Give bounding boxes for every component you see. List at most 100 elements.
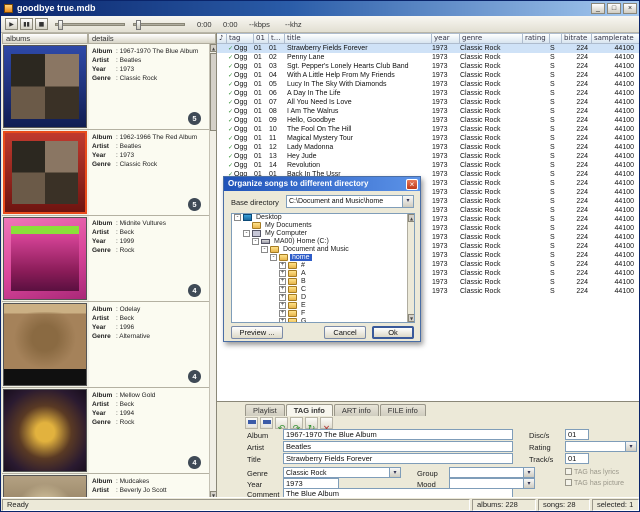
seek-slider[interactable] — [55, 23, 125, 26]
table-row[interactable]: ✓Ogg0111Magical Mystery Tour1973Classic … — [217, 134, 640, 143]
album-art[interactable] — [3, 131, 87, 214]
column-header-4[interactable]: title — [285, 33, 432, 44]
album-art[interactable] — [3, 217, 87, 300]
album-list-item[interactable]: Album: Midnite VulturesArtist: BeckYear:… — [2, 216, 209, 302]
album-list-item[interactable]: Album: OdelayArtist: BeckYear: 1996Genre… — [2, 302, 209, 388]
table-row[interactable]: ✓Ogg0110The Fool On The Hill1973Classic … — [217, 125, 640, 134]
column-header-7[interactable]: rating — [523, 33, 550, 44]
scroll-up-icon[interactable]: ▲ — [408, 214, 415, 222]
dialog-close-button[interactable]: × — [406, 179, 418, 190]
minimize-button[interactable]: _ — [591, 3, 605, 14]
expand-toggle-icon[interactable]: + — [279, 286, 286, 293]
expand-toggle-icon[interactable]: - — [270, 254, 277, 261]
album-list-item[interactable]: Album: 1967-1970 The Blue AlbumArtist: B… — [2, 44, 209, 130]
column-header-10[interactable]: samplerate — [592, 33, 640, 44]
chevron-down-icon[interactable]: ▾ — [389, 468, 400, 477]
table-row[interactable]: ✓Ogg0114Revolution1973Classic RockS22444… — [217, 161, 640, 170]
delete-icon[interactable]: × — [320, 417, 333, 429]
tree-item[interactable]: -home — [232, 254, 406, 262]
cancel-button[interactable]: Cancel — [324, 326, 366, 339]
album-details[interactable]: Album: MudcakesArtist: Beverly Jo Scott5 — [89, 474, 209, 499]
album-art[interactable] — [3, 475, 87, 499]
group-combobox[interactable]: ▾ — [449, 467, 535, 478]
refresh-icon[interactable]: ↻ — [305, 417, 318, 429]
tree-item[interactable]: -My Computer — [232, 230, 406, 238]
album-details[interactable]: Album: 1962-1966 The Red AlbumArtist: Be… — [89, 130, 209, 215]
album-details[interactable]: Album: OdelayArtist: BeckYear: 1996Genre… — [89, 302, 209, 387]
chevron-down-icon[interactable]: ▾ — [402, 196, 413, 207]
redo-icon[interactable]: ↷ — [290, 417, 303, 429]
pause-button[interactable]: ▮▮ — [20, 18, 33, 30]
column-header-0[interactable]: ♪ — [217, 33, 227, 44]
tree-item[interactable]: My Documents — [232, 222, 406, 230]
expand-toggle-icon[interactable]: + — [279, 310, 286, 317]
expand-toggle-icon[interactable]: - — [234, 214, 241, 221]
album-details[interactable]: Album: Midnite VulturesArtist: BeckYear:… — [89, 216, 209, 301]
expand-toggle-icon[interactable]: + — [279, 262, 286, 269]
column-header-2[interactable]: 01 — [254, 33, 269, 44]
album-art[interactable] — [3, 45, 87, 128]
tag-has-lyrics-checkbox[interactable]: TAG has lyrics — [565, 468, 619, 476]
stop-button[interactable]: ■ — [35, 18, 48, 30]
save-icon[interactable] — [245, 417, 258, 429]
volume-slider-thumb[interactable] — [136, 20, 141, 30]
track-table-header[interactable]: ♪tag01t...titleyeargenreratingbitratesam… — [217, 33, 640, 44]
title-field[interactable] — [283, 453, 513, 464]
seek-slider-thumb[interactable] — [58, 20, 63, 30]
expand-toggle-icon[interactable]: + — [279, 270, 286, 277]
table-row[interactable]: ✓Ogg0105Lucy In The Sky With Diamonds197… — [217, 80, 640, 89]
artist-field[interactable] — [283, 441, 513, 452]
expand-toggle-icon[interactable]: - — [252, 238, 259, 245]
column-header-5[interactable]: year — [432, 33, 460, 44]
album-art[interactable] — [3, 389, 87, 472]
album-details[interactable]: Album: 1967-1970 The Blue AlbumArtist: B… — [89, 44, 209, 129]
tree-item[interactable]: -MA00) Home (C:) — [232, 238, 406, 246]
table-row[interactable]: ✓Ogg0112Lady Madonna1973Classic RockS224… — [217, 143, 640, 152]
tracks-field[interactable] — [565, 453, 589, 464]
details-column-header[interactable]: details — [88, 33, 216, 44]
album-list-item[interactable]: Album: 1962-1966 The Red AlbumArtist: Be… — [2, 130, 209, 216]
chevron-down-icon[interactable]: ▾ — [523, 479, 534, 488]
column-header-3[interactable]: t... — [269, 33, 285, 44]
expand-toggle-icon[interactable]: + — [279, 318, 286, 322]
tab-file-info[interactable]: FILE info — [380, 404, 426, 416]
tree-item[interactable]: +B — [232, 278, 406, 286]
albums-scrollbar[interactable]: ▲ ▼ — [209, 44, 216, 499]
volume-slider[interactable] — [133, 23, 185, 26]
genre-combobox[interactable]: Classic Rock ▾ — [283, 467, 401, 478]
expand-toggle-icon[interactable]: - — [243, 230, 250, 237]
column-header-1[interactable]: tag — [227, 33, 254, 44]
titlebar[interactable]: goodbye true.mdb _ □ × — [1, 1, 639, 16]
table-row[interactable]: ✓Ogg0108I Am The Walrus1973Classic RockS… — [217, 107, 640, 116]
tag-has-picture-checkbox[interactable]: TAG has picture — [565, 479, 624, 487]
rating-combobox[interactable]: ▾ — [565, 441, 637, 452]
maximize-button[interactable]: □ — [607, 3, 621, 14]
column-header-6[interactable]: genre — [460, 33, 523, 44]
tree-item[interactable]: +# — [232, 262, 406, 270]
tree-item[interactable]: +D — [232, 294, 406, 302]
table-row[interactable]: ✓Ogg0101Strawberry Fields Forever1973Cla… — [217, 44, 640, 53]
table-row[interactable]: ✓Ogg0109Hello, Goodbye1973Classic RockS2… — [217, 116, 640, 125]
album-art[interactable] — [3, 303, 87, 386]
albums-column-header[interactable]: albums — [2, 33, 88, 44]
tab-art-info[interactable]: ART info — [334, 404, 379, 416]
table-row[interactable]: ✓Ogg0113Hey Jude1973Classic RockS2244410… — [217, 152, 640, 161]
scroll-down-icon[interactable]: ▼ — [408, 314, 415, 322]
save-all-icon[interactable] — [260, 417, 273, 429]
close-button[interactable]: × — [623, 3, 637, 14]
table-row[interactable]: ✓Ogg0107All You Need Is Love1973Classic … — [217, 98, 640, 107]
expand-toggle-icon[interactable]: + — [279, 302, 286, 309]
tree-item[interactable]: +G — [232, 318, 406, 322]
tab-playlist[interactable]: Playlist — [245, 404, 285, 416]
play-button[interactable]: ▶ — [5, 18, 18, 30]
album-list-item[interactable]: Album: MudcakesArtist: Beverly Jo Scott5 — [2, 474, 209, 499]
dialog-titlebar[interactable]: Organize songs to different directory × — [224, 177, 420, 191]
tab-tag-info[interactable]: TAG info — [286, 404, 333, 416]
tree-item[interactable]: +F — [232, 310, 406, 318]
column-header-8[interactable] — [550, 33, 562, 44]
album-field[interactable] — [283, 429, 513, 440]
chevron-down-icon[interactable]: ▾ — [523, 468, 534, 477]
tree-scrollbar[interactable]: ▲ ▼ — [407, 214, 414, 322]
expand-toggle-icon[interactable]: - — [261, 246, 268, 253]
table-row[interactable]: ✓Ogg0103Sgt. Pepper's Lonely Hearts Club… — [217, 62, 640, 71]
